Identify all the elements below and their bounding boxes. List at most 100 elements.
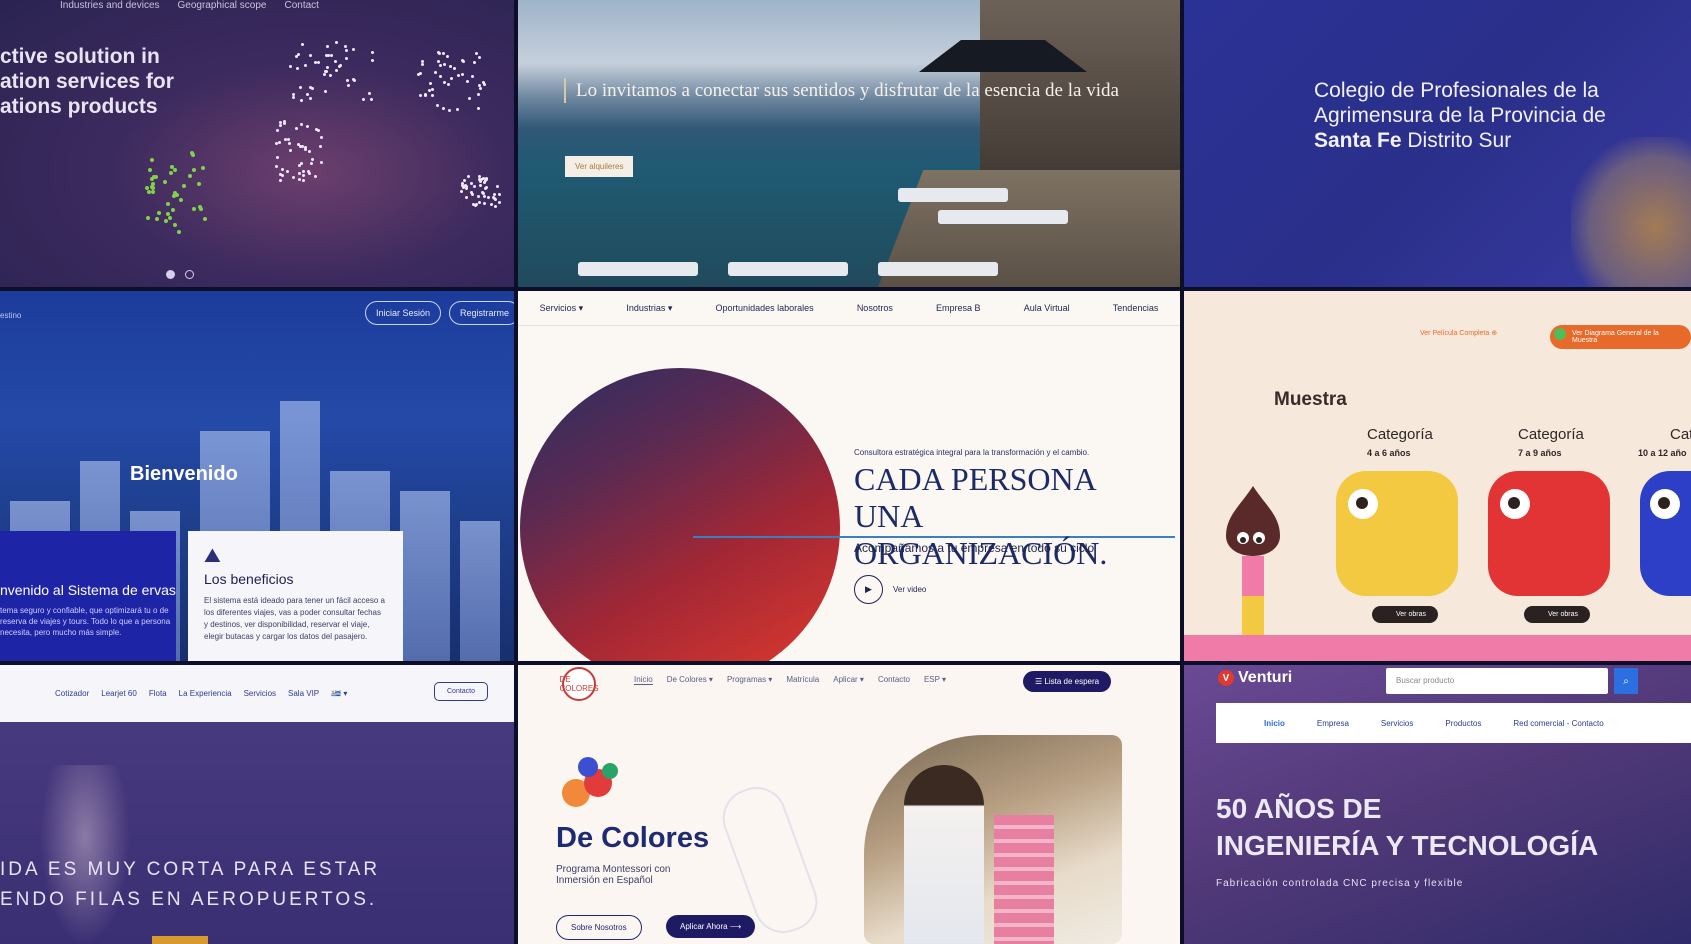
language-flag-icon[interactable]: 🇺🇾 ▾ [331, 689, 347, 698]
headline-part-3: Distrito Sur [1401, 129, 1512, 152]
tile-surveyors-college[interactable]: Colegio de Profesionales de la Agrimensu… [1184, 0, 1691, 287]
lounger [578, 262, 698, 276]
menu-red-comercial[interactable]: Red comercial - Contacto [1513, 719, 1603, 728]
map-dot [345, 49, 349, 53]
map-dot [300, 43, 304, 46]
play-icon[interactable]: ▶ [854, 575, 883, 604]
nav-aula-virtual[interactable]: Aula Virtual [1024, 303, 1070, 313]
pager-dot-1[interactable] [166, 270, 175, 279]
contact-button[interactable]: Contacto [434, 682, 489, 701]
nav-empresa-b[interactable]: Empresa B [936, 303, 981, 313]
map-dot [431, 87, 435, 91]
about-button[interactable]: Sobre Nosotros [556, 915, 642, 940]
nav-flota[interactable]: Flota [149, 689, 167, 698]
nav-oportunidades[interactable]: Oportunidades laborales [716, 303, 814, 313]
map-dot [438, 51, 442, 55]
menu-empresa[interactable]: Empresa [1317, 719, 1349, 728]
see-works-button[interactable]: Ver obras [1524, 606, 1590, 623]
category-age: 4 a 6 años [1367, 448, 1411, 458]
map-dot [317, 128, 321, 132]
apply-button[interactable]: Aplicar Ahora ⟶ [666, 915, 756, 938]
tile-montessori[interactable]: DE COLORES Inicio De Colores ▾ Programas… [518, 665, 1180, 944]
tile-private-jets[interactable]: Cotizador Learjet 60 Flota La Experienci… [0, 665, 514, 944]
brand-name: Venturi [1238, 669, 1293, 686]
map-dot [289, 64, 293, 68]
nav-industrias[interactable]: Industrias ▾ [626, 303, 672, 314]
map-dot-highlight [165, 201, 170, 206]
category-character-yellow[interactable] [1336, 471, 1458, 596]
see-works-button[interactable]: Ver obras [1372, 606, 1438, 623]
map-dot [297, 53, 301, 57]
rentals-button[interactable]: Ver alquileres [565, 156, 634, 177]
nav-contact[interactable]: Contact [284, 0, 318, 11]
nav-contacto[interactable]: Contacto [878, 675, 910, 685]
nav-servicios[interactable]: Servicios [244, 689, 276, 698]
nav-learjet[interactable]: Learjet 60 [101, 689, 137, 698]
map-dot-highlight [149, 157, 154, 162]
tile-kids-exhibit[interactable]: Ver Película Completa ⊕ Ver Diagrama Gen… [1184, 291, 1691, 661]
map-dot-highlight [163, 179, 168, 184]
map-dot [473, 185, 477, 189]
map-dot-highlight [145, 185, 149, 190]
waitlist-button[interactable]: ☰ Lista de espera [1023, 671, 1112, 692]
map-dot-highlight [151, 174, 156, 179]
menu-inicio[interactable]: Inicio [1264, 719, 1285, 728]
tile-world-map[interactable]: Industries and devices Geographical scop… [0, 0, 514, 287]
search-input[interactable]: Buscar producto [1386, 668, 1608, 694]
map-dot [344, 44, 348, 48]
map-dot [369, 98, 373, 102]
register-button[interactable]: Registrarme [448, 301, 514, 325]
map-dot [466, 175, 470, 179]
nav-cotizador[interactable]: Cotizador [55, 689, 89, 698]
video-label[interactable]: Ver video [893, 585, 926, 594]
nav-de-colores[interactable]: De Colores ▾ [667, 675, 713, 685]
video-link[interactable]: ▶ Ver video [854, 575, 926, 604]
tile-pool-resort[interactable]: Lo invitamos a conectar sus sentidos y d… [518, 0, 1180, 287]
cta-tab[interactable] [152, 936, 208, 944]
character-eye [1500, 489, 1530, 519]
nav-experiencia[interactable]: La Experiencia [179, 689, 232, 698]
nav-matricula[interactable]: Matrícula [786, 675, 819, 685]
pager-dot-2[interactable] [185, 270, 194, 279]
nav-servicios[interactable]: Servicios ▾ [540, 303, 584, 314]
diagram-button[interactable]: Ver Diagrama General de la Muestra [1550, 325, 1691, 349]
main-menu: Inicio Empresa Servicios Productos Red c… [1216, 703, 1691, 743]
language-select[interactable]: ESP ▾ [924, 675, 946, 685]
nav-geo[interactable]: Geographical scope [178, 0, 267, 11]
headline-line-2: ation services for [0, 70, 174, 93]
nav-aplicar[interactable]: Aplicar ▾ [833, 675, 864, 685]
tile-reservations[interactable]: estino Iniciar Sesión Registrarme Bienve… [0, 291, 514, 661]
map-dot-highlight [157, 210, 162, 215]
map-dot [419, 94, 423, 98]
map-dot [351, 47, 355, 51]
category-character-red[interactable] [1488, 471, 1610, 596]
menu-productos[interactable]: Productos [1445, 719, 1481, 728]
tile-engineering[interactable]: V Venturi Buscar producto ⌕ Inicio Empre… [1184, 665, 1691, 944]
map-dot [483, 179, 487, 183]
menu-servicios[interactable]: Servicios [1381, 719, 1413, 728]
nav-industries[interactable]: Industries and devices [60, 0, 160, 11]
hero-headline: ctive solution in ation services for ati… [0, 44, 200, 119]
venturi-logo[interactable]: V Venturi [1218, 669, 1292, 687]
map-dot [474, 51, 478, 55]
tile-consulting[interactable]: Servicios ▾ Industrias ▾ Oportunidades l… [518, 291, 1180, 661]
lounger [878, 262, 998, 276]
nav-tendencias[interactable]: Tendencias [1113, 303, 1159, 313]
de-colores-logo[interactable]: DE COLORES [559, 667, 599, 701]
map-dot [482, 202, 486, 206]
map-dot [279, 124, 283, 128]
nav-programas[interactable]: Programas ▾ [727, 675, 772, 685]
headline-line-3: ations products [0, 95, 158, 118]
login-button[interactable]: Iniciar Sesión [364, 301, 441, 325]
full-film-label[interactable]: Ver Película Completa [1420, 330, 1489, 337]
map-dot [439, 75, 443, 79]
map-dot-highlight [188, 173, 193, 178]
nav-sala-vip[interactable]: Sala VIP [288, 689, 319, 698]
nav-nosotros[interactable]: Nosotros [857, 303, 893, 313]
category-title: Categoría [1367, 426, 1433, 443]
nav-inicio[interactable]: Inicio [634, 675, 653, 685]
map-dot [310, 158, 314, 162]
kicker-text: Consultora estratégica integral para la … [854, 448, 1090, 457]
full-film-link[interactable]: Ver Película Completa ⊕ [1420, 329, 1497, 337]
search-icon[interactable]: ⌕ [1614, 668, 1638, 694]
